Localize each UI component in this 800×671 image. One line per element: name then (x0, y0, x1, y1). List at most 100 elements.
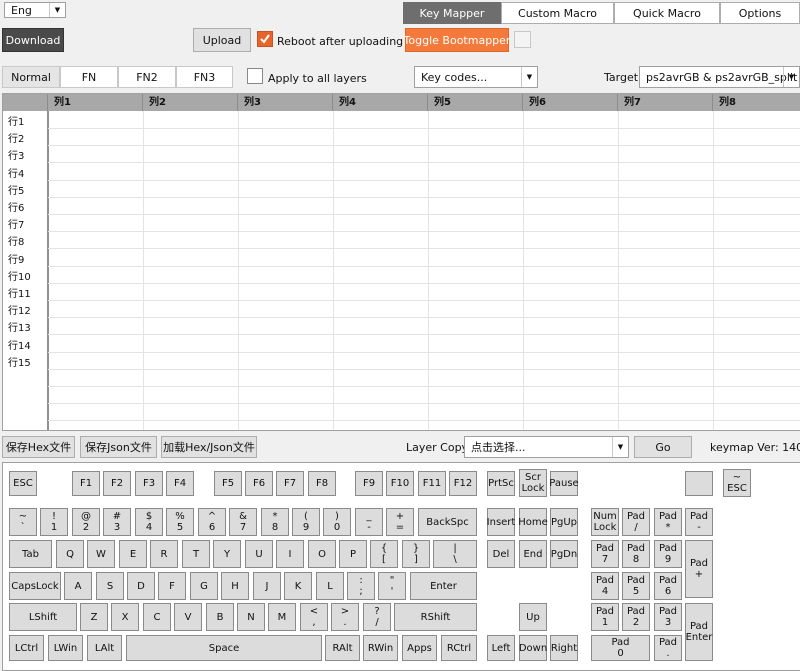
key-apps[interactable]: Apps (402, 635, 437, 661)
key-eq[interactable]: + = (386, 508, 414, 536)
layer-fn2[interactable]: FN2 (118, 66, 176, 88)
key-e[interactable]: E (119, 540, 147, 568)
key-f8[interactable]: F8 (308, 471, 336, 496)
key-pdiv[interactable]: Pad / (622, 508, 650, 536)
key-l[interactable]: L (316, 572, 344, 600)
key-f[interactable]: F (158, 572, 186, 600)
key-q[interactable]: Q (56, 540, 84, 568)
key-pmin[interactable]: Pad - (685, 508, 713, 536)
key-pgup[interactable]: PgUp (550, 508, 578, 536)
key-end[interactable]: End (519, 540, 547, 568)
tab-quick-macro[interactable]: Quick Macro (614, 2, 720, 24)
key-k6[interactable]: ^ 6 (198, 508, 226, 536)
key-p4[interactable]: Pad 4 (591, 572, 619, 600)
key-lshift[interactable]: LShift (9, 603, 77, 631)
key-k0[interactable]: ) 0 (323, 508, 351, 536)
key-right[interactable]: Right (550, 635, 578, 661)
layer-normal[interactable]: Normal (2, 66, 60, 88)
key-h[interactable]: H (221, 572, 249, 600)
key-f3[interactable]: F3 (135, 471, 163, 496)
key-dot[interactable]: >. (331, 603, 359, 631)
key-semi[interactable]: :; (347, 572, 375, 600)
key-m[interactable]: M (268, 603, 296, 631)
key-comma[interactable]: <, (300, 603, 328, 631)
key-quot[interactable]: " ' (378, 572, 406, 600)
key-t[interactable]: T (182, 540, 210, 568)
key-tab[interactable]: Tab (9, 540, 52, 568)
key-ralt[interactable]: RAlt (325, 635, 360, 661)
key-k2[interactable]: @2 (72, 508, 100, 536)
key-f2[interactable]: F2 (103, 471, 131, 496)
key-f4[interactable]: F4 (166, 471, 194, 496)
save-json-button[interactable]: 保存Json文件 (80, 436, 157, 458)
key-grave[interactable]: ~ ` (9, 508, 37, 536)
key-x[interactable]: X (111, 603, 139, 631)
key-esc[interactable]: ESC (9, 471, 37, 496)
bootmapper-checkbox[interactable] (514, 31, 531, 48)
key-pdot[interactable]: Pad. (654, 635, 682, 661)
key-lctrl[interactable]: LCtrl (9, 635, 44, 661)
key-k9[interactable]: (9 (292, 508, 320, 536)
key-p6[interactable]: Pad 6 (654, 572, 682, 600)
layer-fn3[interactable]: FN3 (176, 66, 233, 88)
key-pause[interactable]: Pause (549, 471, 579, 496)
layer-fn[interactable]: FN (60, 66, 118, 88)
key-g[interactable]: G (190, 572, 218, 600)
key-insert[interactable]: Insert (487, 508, 515, 536)
key-k8[interactable]: * 8 (261, 508, 289, 536)
key-p5[interactable]: Pad 5 (622, 572, 650, 600)
key-p[interactable]: P (339, 540, 367, 568)
key-f1[interactable]: F1 (72, 471, 100, 496)
key-lbr[interactable]: {[ (370, 540, 398, 568)
key-n[interactable]: N (237, 603, 265, 631)
key-u[interactable]: U (245, 540, 273, 568)
key-f10[interactable]: F10 (386, 471, 414, 496)
key-left[interactable]: Left (487, 635, 515, 661)
key-p8[interactable]: Pad 8 (622, 540, 650, 568)
key-pgdn[interactable]: PgDn (550, 540, 578, 568)
key-f12[interactable]: F12 (449, 471, 477, 496)
key-minus[interactable]: _ - (355, 508, 383, 536)
key-f6[interactable]: F6 (245, 471, 273, 496)
key-w[interactable]: W (87, 540, 115, 568)
key-k1[interactable]: ! 1 (40, 508, 68, 536)
key-backspc[interactable]: BackSpc (418, 508, 477, 536)
key-down[interactable]: Down (519, 635, 547, 661)
key-blank1[interactable] (685, 471, 713, 496)
tab-key-mapper[interactable]: Key Mapper (403, 2, 501, 24)
toggle-bootmapper-button[interactable]: Toggle Bootmapper (404, 28, 510, 52)
key-scr[interactable]: Scr Lock (519, 469, 547, 497)
upload-button[interactable]: Upload (193, 28, 251, 52)
save-hex-button[interactable]: 保存Hex文件 (2, 436, 75, 458)
key-p9[interactable]: Pad 9 (654, 540, 682, 568)
key-p1[interactable]: Pad 1 (591, 603, 619, 631)
key-home[interactable]: Home (518, 508, 548, 536)
key-rshift[interactable]: RShift (394, 603, 477, 631)
key-del[interactable]: Del (487, 540, 515, 568)
key-enter[interactable]: Enter (410, 572, 477, 600)
key-z[interactable]: Z (80, 603, 108, 631)
key-rbr[interactable]: }] (402, 540, 430, 568)
key-up[interactable]: Up (519, 603, 547, 631)
key-k7[interactable]: & 7 (229, 508, 257, 536)
go-button[interactable]: Go (634, 436, 692, 458)
key-k[interactable]: K (284, 572, 312, 600)
key-pplus[interactable]: Pad + (685, 540, 713, 598)
key-f5[interactable]: F5 (214, 471, 242, 496)
reboot-checkbox[interactable] (257, 31, 273, 47)
keymap-grid[interactable]: 列1 列2 列3 列4 列5 列6 列7 列8 行1 行2 行3 行4 行5 行6 行7 行8 行9 行10 行11… (2, 93, 800, 431)
key-v[interactable]: V (174, 603, 202, 631)
key-i[interactable]: I (276, 540, 304, 568)
key-rctrl[interactable]: RCtrl (441, 635, 477, 661)
tab-custom-macro[interactable]: Custom Macro (501, 2, 614, 24)
key-numlock[interactable]: Num Lock (591, 508, 619, 536)
language-select[interactable]: Eng ▼ (4, 2, 66, 18)
key-space[interactable]: Space (126, 635, 322, 661)
key-rwin[interactable]: RWin (363, 635, 398, 661)
key-esc2[interactable]: ~ ESC (723, 469, 751, 497)
key-f9[interactable]: F9 (355, 471, 383, 496)
key-lwin[interactable]: LWin (48, 635, 83, 661)
key-a[interactable]: A (64, 572, 92, 600)
key-k5[interactable]: % 5 (166, 508, 194, 536)
key-p2[interactable]: Pad 2 (622, 603, 650, 631)
